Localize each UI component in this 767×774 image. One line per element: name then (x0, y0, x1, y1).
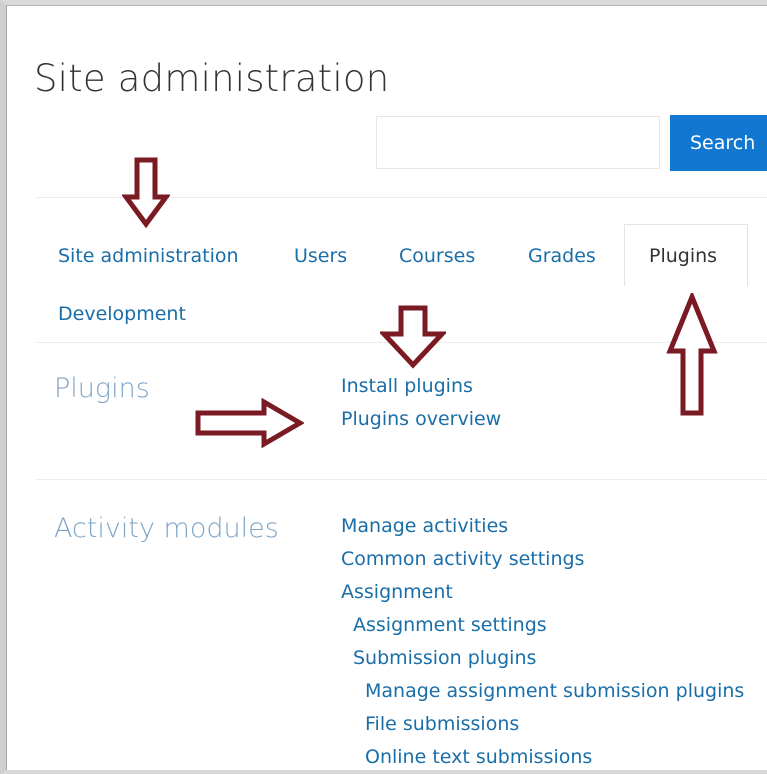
arrow-up-icon (666, 293, 718, 416)
tab-users[interactable]: Users (294, 245, 347, 267)
tab-plugins[interactable]: Plugins (624, 224, 748, 286)
link-manage-activities[interactable]: Manage activities (341, 515, 508, 537)
link-assignment[interactable]: Assignment (341, 581, 453, 603)
link-file-submissions[interactable]: File submissions (365, 713, 519, 735)
link-assignment-settings[interactable]: Assignment settings (353, 614, 547, 636)
tab-site-administration[interactable]: Site administration (58, 245, 239, 267)
link-submission-plugins[interactable]: Submission plugins (353, 647, 536, 669)
section-title-plugins: Plugins (54, 373, 150, 404)
tab-grades[interactable]: Grades (528, 245, 596, 267)
page-frame: Site administration Search Site administ… (0, 0, 767, 774)
search-input[interactable] (376, 116, 660, 169)
link-plugins-overview[interactable]: Plugins overview (341, 408, 501, 430)
link-online-text-submissions[interactable]: Online text submissions (365, 746, 592, 768)
arrow-right-icon (195, 398, 304, 448)
arrow-down-icon (122, 157, 170, 229)
tab-courses[interactable]: Courses (399, 245, 475, 267)
section-title-activity-modules: Activity modules (54, 513, 279, 544)
link-common-activity-settings[interactable]: Common activity settings (341, 548, 584, 570)
arrow-down-icon (380, 305, 446, 369)
link-install-plugins[interactable]: Install plugins (341, 375, 473, 397)
section-divider (36, 479, 767, 480)
page-title: Site administration (34, 57, 390, 100)
search-button[interactable]: Search (670, 115, 767, 171)
link-manage-assignment-submission-plugins[interactable]: Manage assignment submission plugins (365, 680, 744, 702)
tab-plugins-label: Plugins (649, 245, 718, 267)
tab-development[interactable]: Development (58, 303, 186, 325)
